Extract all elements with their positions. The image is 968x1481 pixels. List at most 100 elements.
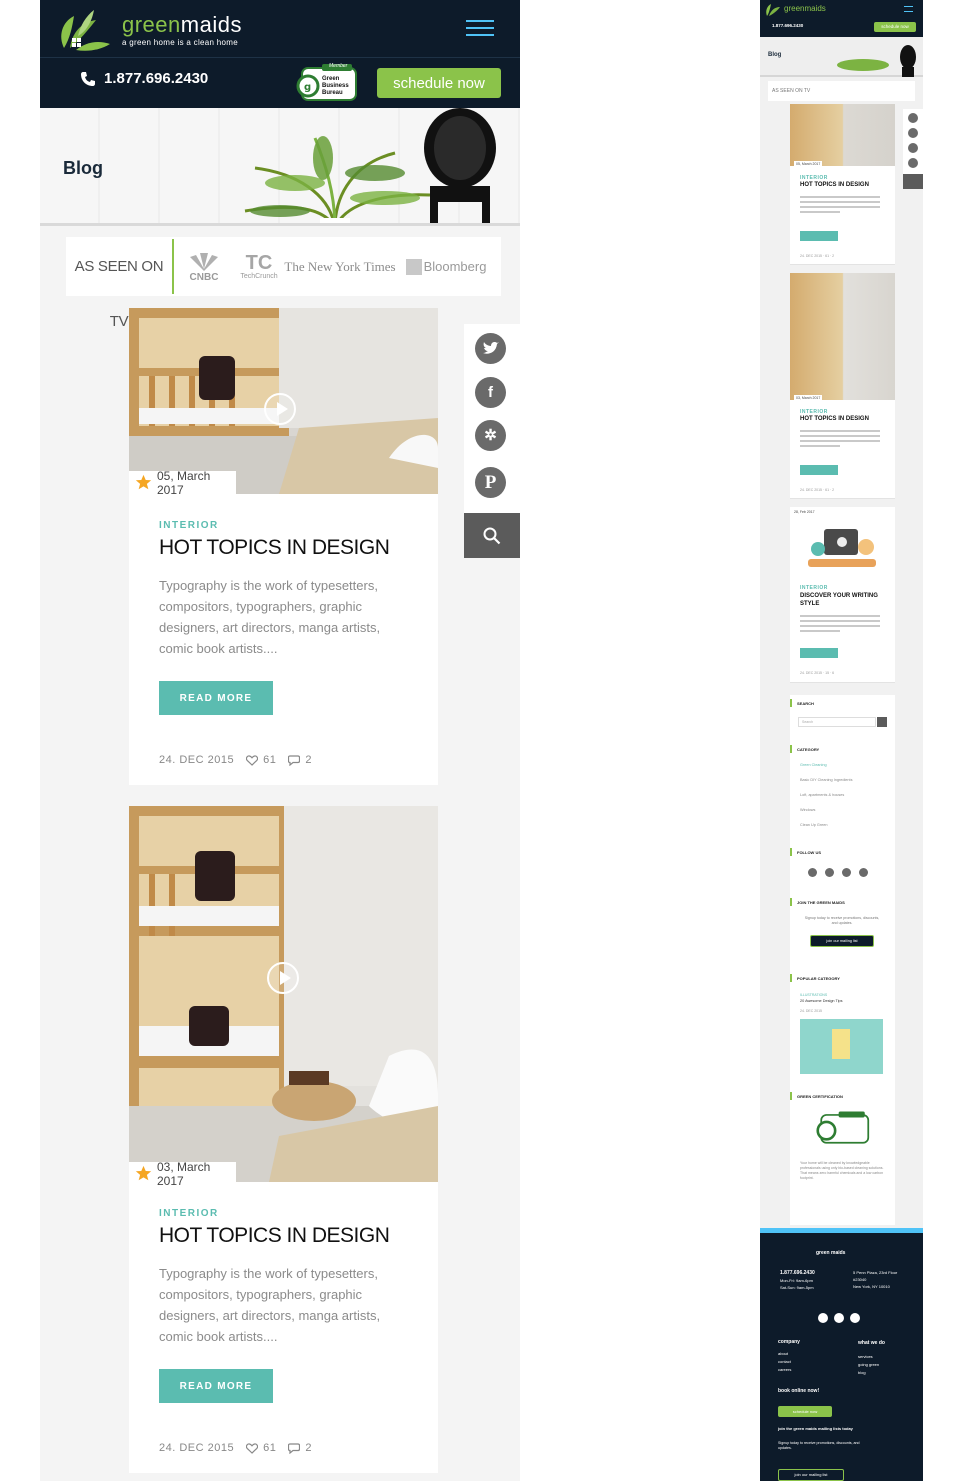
star-icon [135,474,152,490]
as-seen-on-tv-strip: AS SEEN ON TV CNBC TC TechCrunch The New… [66,237,501,330]
thumb-follow-pinterest-icon[interactable] [859,868,868,877]
post-category[interactable]: INTERIOR [159,520,219,531]
plant-illustration [244,136,431,223]
thumb-post-image[interactable] [790,104,895,166]
contact-bar: 1.877.696.2430 g Member Green Business B… [40,57,520,108]
post-category[interactable]: INTERIOR [159,1208,219,1219]
thumb-pinterest-icon[interactable] [908,158,918,168]
like-count: 61 [263,1442,277,1454]
facebook-icon[interactable]: f [475,377,506,408]
thumb-sidebar: SEARCH Search CATEGORY Green Cleaning Ba… [790,695,895,1225]
post-date-badge: 03, March 2017 [129,1160,236,1188]
post-title[interactable]: HOT TOPICS IN DESIGN [159,536,390,560]
thumb-category-item[interactable]: Basic DIY Cleaning Ingredients [800,778,852,782]
thumb-read-more[interactable] [800,465,838,475]
thumb-footer-company-link[interactable]: careers [778,1367,791,1372]
as-seen-label: AS SEEN ON TV [66,239,174,330]
twitter-icon[interactable] [475,333,506,364]
thumb-footer-address1: 5 Penn Plaza, 23rd Floor [853,1270,898,1275]
post-title[interactable]: HOT TOPICS IN DESIGN [159,1224,390,1248]
thumb-hero: Blog [760,37,923,77]
thumb-post-card: 28, Feb 2017 INTERIOR DISCOVER YOUR WRIT… [790,507,895,683]
thumb-twitter-icon[interactable] [908,113,918,123]
thumb-popular-date: 24. DEC 2015 [800,1009,822,1013]
thumb-category-item[interactable]: Windows [800,808,815,812]
leaves-logo-icon [61,10,110,51]
read-more-button[interactable]: READ MORE [159,681,273,715]
brand-tagline: a green home is a clean home [122,37,239,47]
thumb-facebook-icon[interactable] [908,128,918,138]
thumb-search-button[interactable] [877,717,887,727]
thumb-footer-hours1: Mon-Fri: 9am-6pm [780,1278,813,1283]
thumb-follow-facebook-icon[interactable] [825,868,834,877]
thumb-footer-company-heading: company [778,1339,800,1345]
thumb-search-input[interactable]: Search [798,717,876,727]
thumb-popular-image[interactable] [800,1019,883,1074]
thumb-post-title[interactable]: DISCOVER YOUR WRITING STYLE [800,592,880,608]
thumb-footer-schedule-button[interactable]: schedule now [778,1406,832,1417]
heart-icon [246,1442,259,1454]
like-button[interactable]: 61 [246,754,276,766]
thumb-menu-icon[interactable] [904,6,913,12]
thumb-phone[interactable]: 1.877.696.2430 [772,23,803,28]
thumb-footer-phone[interactable]: 1.877.696.2430 [780,1270,815,1276]
thumb-post-card: 05, March 2017 INTERIOR HOT TOPICS IN DE… [790,104,895,265]
thumb-footer: green maids 1.877.696.2430 Mon-Fri: 9am-… [760,1228,923,1481]
comment-count: 2 [305,1442,312,1454]
read-more-button[interactable]: READ MORE [159,1369,273,1403]
thumb-join-button[interactable]: join our mailing list [810,935,874,947]
play-icon[interactable] [267,962,299,994]
thumb-search-icon[interactable] [903,174,923,189]
logo[interactable]: greenmaids a green home is a clean home [56,8,242,52]
yelp-icon[interactable]: ✲ [475,420,506,451]
like-button[interactable]: 61 [246,1442,276,1454]
menu-icon[interactable] [466,20,494,38]
thumb-follow-yelp-icon[interactable] [842,868,851,877]
thumb-footer-company-link[interactable]: about [778,1351,788,1356]
phone-link[interactable]: 1.877.696.2430 [80,70,208,87]
thumb-category-item[interactable]: Loft, apartments & houses [800,793,844,797]
thumb-read-more[interactable] [800,648,838,658]
play-icon[interactable] [264,393,296,425]
thumb-category-item[interactable]: Clean Up Green [800,823,827,827]
comment-button[interactable]: 2 [288,754,312,766]
thumb-footer-twitter-icon[interactable] [818,1313,828,1323]
thumb-footer-mailing-button[interactable]: join our mailing list [778,1469,844,1481]
thumb-yelp-icon[interactable] [908,143,918,153]
black-chair-illustration [424,108,496,223]
gbb-member: Member [329,63,348,69]
post-image[interactable] [129,308,438,494]
comment-icon [288,1442,301,1454]
thumb-follow-twitter-icon[interactable] [808,868,817,877]
thumb-post-excerpt [800,615,880,635]
thumb-follow-heading: FOLLOW US [797,850,821,855]
comment-button[interactable]: 2 [288,1442,312,1454]
thumb-as-seen: AS SEEN ON TV [768,81,915,101]
thumb-footer-address2: #23040 [853,1277,867,1282]
thumb-post-title[interactable]: HOT TOPICS IN DESIGN [800,416,869,422]
thumb-category-item[interactable]: Green Cleaning [800,763,827,767]
blog-post-card: 05, March 2017 INTERIOR HOT TOPICS IN DE… [129,308,438,785]
thumb-post-image[interactable] [790,273,895,400]
pinterest-icon[interactable]: P [475,467,506,498]
thumb-footer-yelp-icon[interactable] [850,1313,860,1323]
thumb-popular-title[interactable]: 20 Awesome Design Tips [800,999,843,1003]
thumb-post-category: INTERIOR [800,585,828,591]
thumb-post-title[interactable]: HOT TOPICS IN DESIGN [800,182,869,188]
bloomberg-text: Bloomberg [423,259,487,274]
thumb-brand[interactable]: greenmaids [784,4,826,13]
post-posted-date: 24. DEC 2015 [159,754,235,766]
post-date: 05, March 2017 [157,468,211,497]
thumb-read-more[interactable] [800,231,838,241]
thumb-join-text: Signup today to receive promotions, disc… [804,916,880,925]
search-toggle-button[interactable] [464,513,520,558]
thumb-footer-facebook-icon[interactable] [834,1313,844,1323]
thumb-footer-whatwedo-link[interactable]: services [858,1354,873,1359]
schedule-now-button[interactable]: schedule now [377,68,501,98]
thumb-footer-whatwedo-link[interactable]: blog [858,1370,866,1375]
thumb-footer-whatwedo-link[interactable]: going green [858,1362,879,1367]
thumb-schedule-button[interactable]: schedule now [874,22,916,32]
thumb-post-meta: 24. DEC 2015 · 15 · 6 [800,671,835,675]
post-image[interactable] [129,806,438,1182]
thumb-footer-company-link[interactable]: contact [778,1359,791,1364]
